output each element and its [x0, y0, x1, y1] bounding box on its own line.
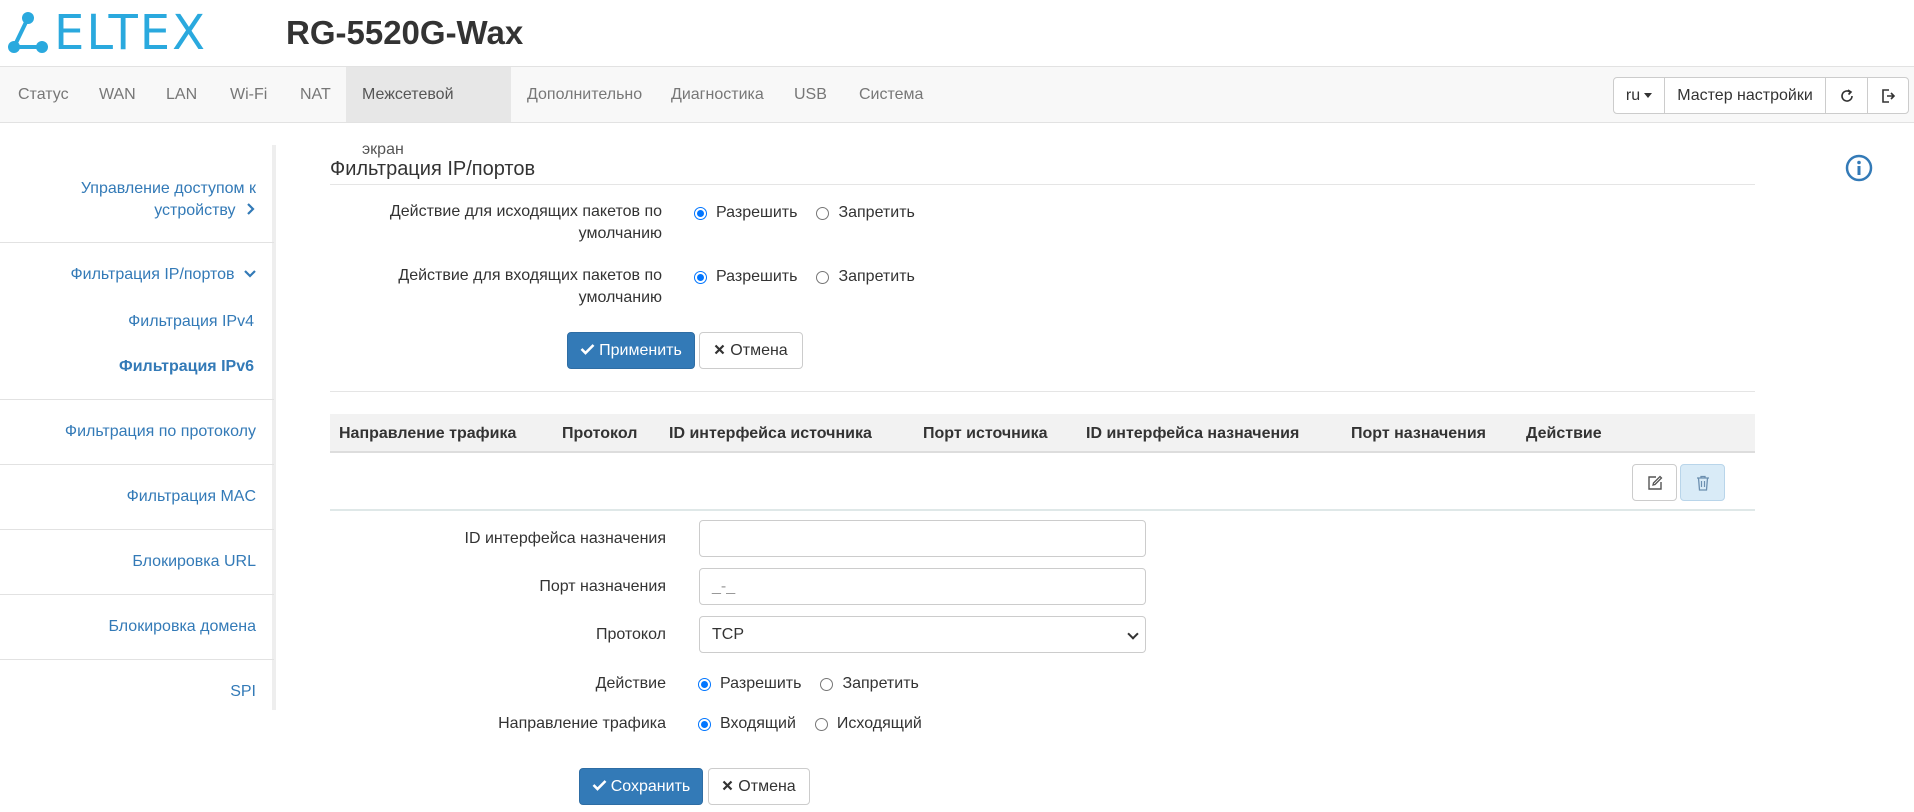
col-dst-iface: ID интерфейса назначения [1086, 425, 1300, 442]
close-icon [715, 344, 725, 355]
info-icon[interactable] [1845, 154, 1873, 182]
sidebar-divider [0, 659, 274, 660]
language-dropdown[interactable]: ru [1613, 77, 1665, 114]
sidebar-item-mac-filter[interactable]: Фильтрация MAC [127, 486, 256, 508]
col-src-port: Порт источника [923, 425, 1048, 442]
eltex-logo: ELTEX [8, 5, 207, 61]
nav-usb[interactable]: USB [778, 67, 843, 122]
refresh-icon [1840, 89, 1853, 102]
sidebar-item-device-access[interactable]: Управление доступом к устройству [81, 178, 256, 222]
cancel-button[interactable]: Отмена [699, 332, 803, 369]
incoming-deny-radio[interactable]: Запретить [816, 268, 915, 286]
nav-wifi[interactable]: Wi-Fi [214, 67, 283, 122]
sidebar-item-ip-port-filter[interactable]: Фильтрация IP/портов [70, 264, 256, 286]
sidebar-item-ipv6-filter[interactable]: Фильтрация IPv6 [119, 356, 254, 378]
chevron-right-icon [247, 203, 255, 215]
action-radio-group: Разрешить Запретить [698, 673, 938, 695]
dst-port-placeholder: _-_ [712, 578, 736, 595]
device-model: RG-5520G-Wax [286, 14, 524, 51]
setup-wizard-button[interactable]: Мастер настройки [1664, 77, 1826, 114]
outgoing-default-label: Действие для исходящих пакетов по умолча… [389, 203, 662, 242]
sidebar-item-label: Фильтрация IP/портов [70, 266, 235, 283]
rules-table-header: Направление трафика Протокол ID интерфей… [330, 414, 1755, 453]
col-src-iface: ID интерфейса источника [669, 425, 872, 442]
outgoing-deny-radio[interactable]: Запретить [816, 204, 915, 222]
incoming-default-radio-group: Разрешить Запретить [694, 266, 934, 288]
section-divider [330, 391, 1755, 392]
save-button[interactable]: Сохранить [579, 768, 703, 805]
sidebar-divider [0, 464, 274, 465]
check-icon [592, 780, 607, 791]
sidebar-divider [0, 399, 274, 400]
apply-button[interactable]: Применить [567, 332, 695, 369]
incoming-default-label: Действие для входящих пакетов по умолчан… [398, 267, 662, 306]
direction-radio-group: Входящий Исходящий [698, 713, 941, 735]
dst-iface-input[interactable] [699, 520, 1146, 557]
title-divider [330, 184, 1755, 185]
check-icon [580, 344, 595, 355]
dst-port-input[interactable]: _-_ [699, 568, 1146, 605]
outgoing-allow-radio[interactable]: Разрешить [694, 204, 797, 222]
edit-rule-button[interactable] [1632, 464, 1677, 501]
col-dst-port: Порт назначения [1351, 425, 1487, 442]
nav-additional[interactable]: Дополнительно [511, 67, 658, 122]
col-action: Действие [1526, 425, 1602, 442]
chevron-down-icon [244, 270, 256, 278]
action-allow-radio[interactable]: Разрешить [698, 675, 801, 693]
sidebar-divider [0, 594, 274, 595]
caret-down-icon [1644, 93, 1653, 99]
direction-label: Направление трафика [498, 715, 666, 732]
nav-system[interactable]: Система [843, 67, 939, 122]
form-cancel-button[interactable]: Отмена [708, 768, 810, 805]
chevron-down-icon [1127, 628, 1139, 640]
action-label: Действие [595, 675, 666, 692]
direction-incoming-radio[interactable]: Входящий [698, 715, 796, 733]
col-protocol: Протокол [562, 425, 638, 442]
logout-icon [1882, 88, 1896, 103]
sidebar-item-url-block[interactable]: Блокировка URL [132, 551, 256, 573]
sidebar-item-domain-block[interactable]: Блокировка домена [108, 616, 256, 638]
nav-nat[interactable]: NAT [284, 67, 347, 122]
edit-icon [1647, 475, 1662, 490]
sidebar-item-spi[interactable]: SPI [230, 681, 256, 703]
top-navbar: Статус WAN LAN Wi-Fi NAT Межсетевой экра… [0, 66, 1914, 158]
table-row-divider [330, 509, 1755, 511]
incoming-allow-radio[interactable]: Разрешить [694, 268, 797, 286]
sidebar-item-ipv4-filter[interactable]: Фильтрация IPv4 [128, 311, 254, 333]
header: ELTEX RG-5520G-Wax [0, 0, 1914, 66]
nav-wan[interactable]: WAN [83, 67, 152, 122]
nav-status[interactable]: Статус [2, 67, 85, 122]
refresh-button[interactable] [1825, 77, 1868, 114]
sidebar-divider [0, 242, 274, 243]
sidebar: Управление доступом к устройству Фильтра… [0, 145, 276, 710]
nav-lan[interactable]: LAN [150, 67, 213, 122]
dst-iface-label: ID интерфейса назначения [464, 530, 666, 547]
nav-diagnostics[interactable]: Диагностика [655, 67, 780, 122]
logo-text: ELTEX [54, 5, 207, 61]
logout-button[interactable] [1867, 77, 1909, 114]
direction-outgoing-radio[interactable]: Исходящий [814, 715, 922, 733]
page-title: Фильтрация IP/портов [330, 158, 536, 180]
sidebar-item-label: устройству [154, 202, 236, 219]
close-icon [723, 780, 733, 791]
protocol-label: Протокол [595, 626, 666, 643]
sidebar-item-protocol-filter[interactable]: Фильтрация по протоколу [65, 421, 256, 443]
sidebar-divider [0, 529, 274, 530]
col-direction: Направление трафика [339, 425, 517, 442]
language-value: ru [1625, 87, 1641, 104]
protocol-select[interactable]: TCP [699, 616, 1146, 653]
action-deny-radio[interactable]: Запретить [820, 675, 919, 693]
nav-firewall[interactable]: Межсетевой экран [346, 67, 511, 158]
outgoing-default-radio-group: Разрешить Запретить [694, 202, 934, 224]
delete-rule-button[interactable] [1680, 464, 1725, 501]
trash-icon [1696, 475, 1709, 491]
protocol-value: TCP [712, 626, 744, 643]
dst-port-label: Порт назначения [539, 578, 666, 595]
sidebar-item-label: Управление доступом к [80, 180, 256, 197]
eltex-logo-icon [8, 12, 48, 53]
